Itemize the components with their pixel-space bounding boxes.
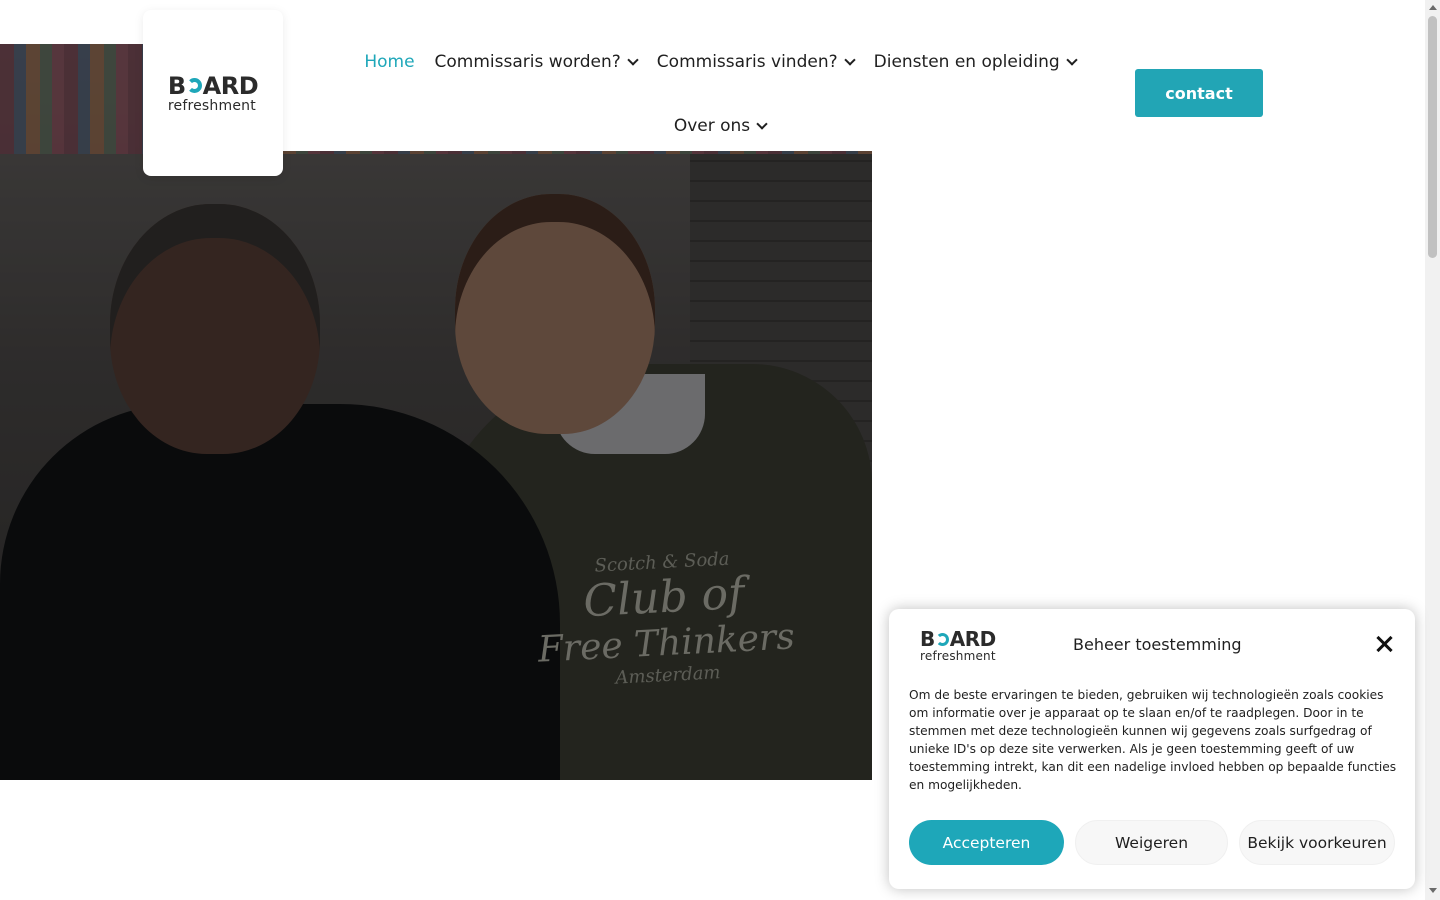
view-preferences-button[interactable]: Bekijk voorkeuren bbox=[1239, 820, 1395, 865]
logo-subtitle: refreshment bbox=[920, 649, 996, 663]
scrollbar-thumb[interactable] bbox=[1428, 16, 1437, 258]
cookie-dialog-text: Om de beste ervaringen te bieden, gebrui… bbox=[909, 688, 1397, 792]
nav-item-label: Over ons bbox=[673, 116, 751, 136]
hero-dark-overlay bbox=[0, 44, 872, 780]
logo-wordmark: B ARD bbox=[920, 629, 996, 649]
deny-button[interactable]: Weigeren bbox=[1075, 820, 1228, 865]
cookie-dialog-title: Beheer toestemming bbox=[1073, 635, 1242, 654]
logo-letter: B bbox=[920, 627, 935, 651]
cookie-logo: B ARD refreshment bbox=[920, 629, 996, 662]
nav-item-diensten-en-opleiding[interactable]: Diensten en opleiding bbox=[864, 48, 1086, 76]
logo-card[interactable]: B ARD refreshment bbox=[143, 10, 283, 176]
logo-letter: ARD bbox=[949, 627, 996, 651]
cookie-consent-dialog: B ARD refreshment Beheer toestemming Om d… bbox=[889, 609, 1415, 889]
chevron-down-icon bbox=[843, 54, 856, 66]
hero-image: Scotch & Soda Club of Free Thinkers Amst… bbox=[0, 44, 872, 780]
scroll-up-arrow-icon[interactable] bbox=[1429, 5, 1437, 10]
logo-ring-icon bbox=[186, 78, 202, 93]
logo-wordmark: B ARD bbox=[167, 71, 259, 100]
logo-subtitle: refreshment bbox=[167, 97, 256, 114]
site-logo[interactable]: B ARD refreshment bbox=[167, 71, 259, 114]
nav-item-commissaris-vinden[interactable]: Commissaris vinden? bbox=[647, 48, 864, 76]
page-scrollbar[interactable] bbox=[1425, 0, 1440, 900]
logo-ring-icon bbox=[935, 632, 949, 646]
logo-letter: ARD bbox=[202, 71, 259, 100]
scroll-down-arrow-icon[interactable] bbox=[1429, 888, 1437, 893]
accept-button[interactable]: Accepteren bbox=[909, 820, 1064, 865]
nav-item-label: Home bbox=[364, 52, 415, 72]
main-navigation: Home Commissaris worden? Commissaris vin… bbox=[340, 48, 1100, 140]
nav-item-label: Diensten en opleiding bbox=[873, 52, 1060, 72]
site-header: B ARD refreshment Home Commissaris worden… bbox=[0, 0, 1425, 176]
nav-item-label: Commissaris vinden? bbox=[656, 52, 838, 72]
nav-item-over-ons[interactable]: Over ons bbox=[664, 112, 776, 140]
nav-item-commissaris-worden[interactable]: Commissaris worden? bbox=[425, 48, 647, 76]
contact-button[interactable]: contact bbox=[1135, 69, 1263, 117]
chevron-down-icon bbox=[756, 118, 768, 130]
nav-item-label: Commissaris worden? bbox=[434, 52, 621, 72]
close-icon[interactable] bbox=[1375, 635, 1393, 653]
logo-letter: B bbox=[167, 71, 186, 100]
chevron-down-icon bbox=[627, 54, 639, 66]
nav-item-home[interactable]: Home bbox=[354, 48, 424, 76]
chevron-down-icon bbox=[1065, 54, 1078, 66]
